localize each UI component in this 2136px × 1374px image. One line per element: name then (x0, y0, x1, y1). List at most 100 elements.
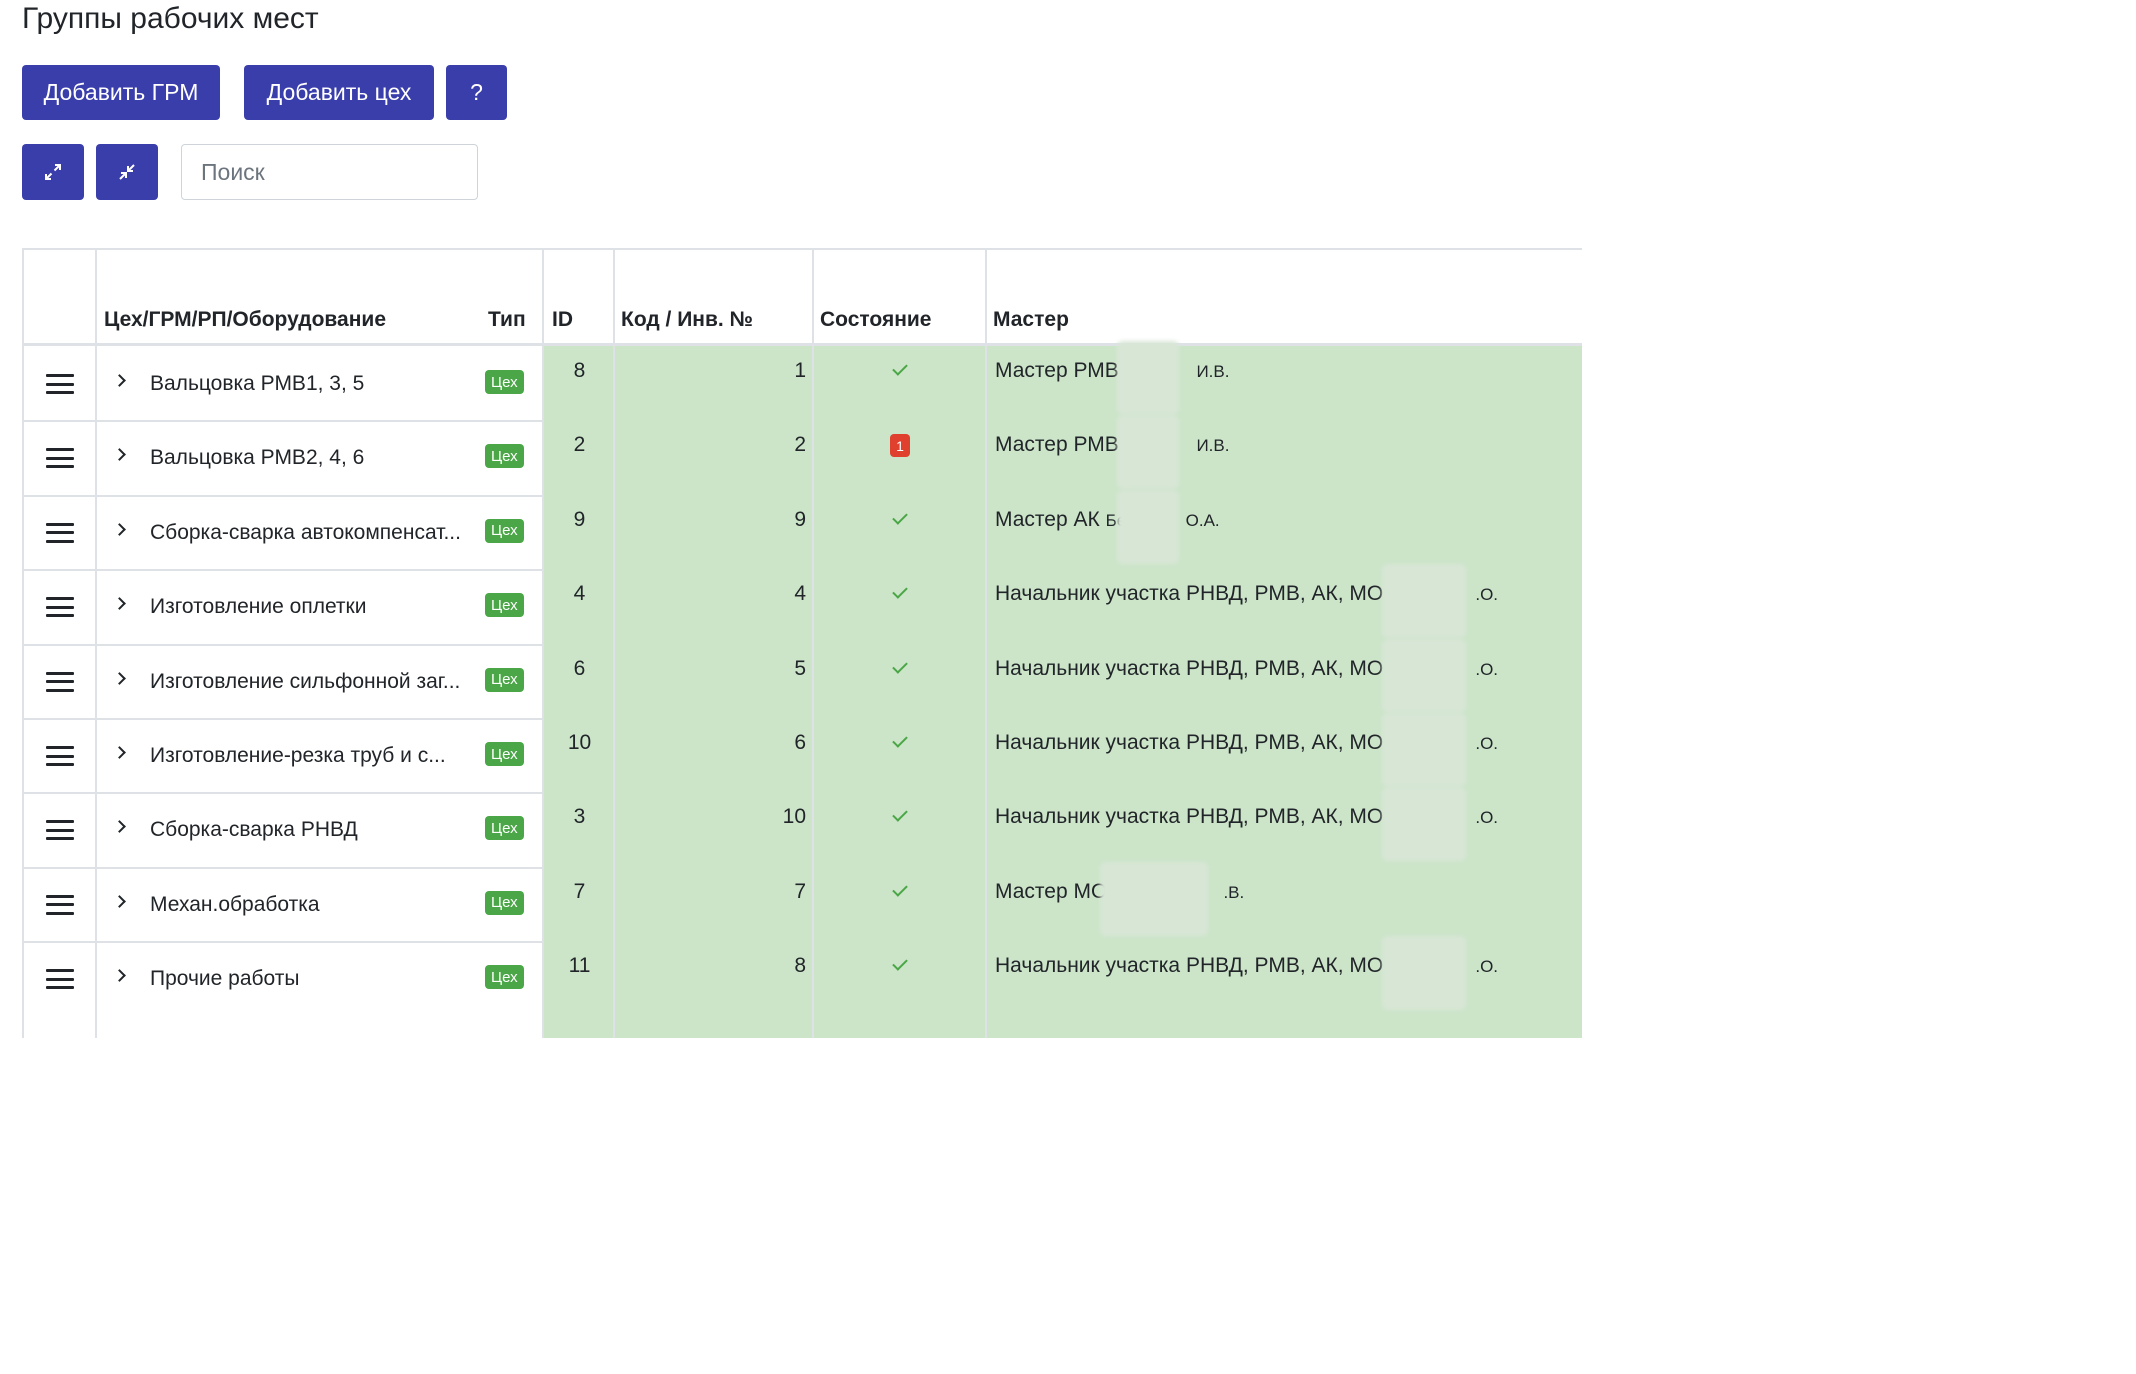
drag-handle-icon[interactable] (46, 448, 74, 469)
drag-handle-icon[interactable] (46, 671, 74, 692)
row-state (813, 657, 987, 674)
row-code: 5 (794, 656, 806, 680)
row-name: Прочие работы (150, 967, 300, 991)
page-title: Группы рабочих мест (22, 2, 319, 35)
row-id: 9 (573, 507, 586, 531)
row-name: Вальцовка РМВ1, 3, 5 (150, 372, 365, 395)
expand-row-chevron-icon[interactable] (113, 522, 126, 536)
row-divider (24, 494, 543, 497)
expand-row-chevron-icon[interactable] (113, 820, 126, 834)
table-row[interactable]: Вальцовка РМВ2, 4, 6 Цех 2 2 1 Мастер РМ… (24, 415, 1582, 494)
master-role: Мастер РМВ (995, 433, 1119, 457)
expand-row-chevron-icon[interactable] (113, 894, 126, 908)
drag-handle-icon[interactable] (46, 969, 74, 990)
check-icon (892, 583, 908, 599)
table-row[interactable]: Прочие работы Цех 11 8 Начальник участка… (24, 936, 1582, 1015)
error-count-badge[interactable]: 1 (890, 434, 910, 458)
row-id: 8 (573, 359, 586, 382)
redacted-name-blur (1117, 341, 1179, 415)
master-role: Начальник участка РНВД, РМВ, АК, МО (995, 954, 1384, 978)
master-role: Начальник участка РНВД, РМВ, АК, МО (995, 731, 1384, 754)
drag-handle-icon[interactable] (46, 597, 74, 618)
column-header-name[interactable]: Цех/ГРМ/РП/Оборудование (104, 308, 386, 332)
master-person-end: .О. (1475, 734, 1499, 753)
expand-row-chevron-icon[interactable] (113, 597, 126, 611)
table-row[interactable]: Вальцовка РМВ1, 3, 5 Цех 8 1 Мастер РМВ … (24, 341, 1582, 420)
expand-row-chevron-icon[interactable] (113, 671, 126, 685)
master-person-end: .О. (1475, 808, 1499, 828)
type-badge: Цех (485, 593, 524, 618)
drag-handle-icon[interactable] (46, 746, 74, 766)
row-code: 7 (794, 879, 806, 903)
row-divider (24, 569, 543, 572)
redacted-name-blur (1382, 787, 1466, 862)
redacted-name-blur (1100, 861, 1208, 936)
drag-handle-icon[interactable] (46, 522, 74, 543)
type-badge: Цех (485, 518, 524, 543)
expand-icon (45, 164, 61, 180)
column-header-code[interactable]: Код / Инв. № (621, 308, 753, 332)
table-row[interactable]: Сборка-сварка автокомпенсат... Цех 9 9 М… (24, 489, 1582, 569)
type-badge: Цех (485, 370, 524, 394)
expand-row-chevron-icon[interactable] (113, 374, 126, 387)
type-badge: Цех (485, 965, 524, 990)
row-id: 7 (573, 879, 586, 903)
row-divider (24, 941, 543, 944)
row-master: Мастер РМВ РуИ.В. (995, 359, 1229, 383)
drag-handle-icon[interactable] (46, 894, 74, 915)
type-badge: Цех (485, 816, 524, 841)
column-header-state[interactable]: Состояние (820, 308, 931, 332)
table-row[interactable]: Изготовление сильфонной заг... Цех 6 5 Н… (24, 638, 1582, 718)
check-icon (892, 360, 908, 376)
row-divider (24, 420, 543, 423)
redacted-name-blur (1382, 638, 1466, 713)
expand-row-chevron-icon[interactable] (113, 448, 126, 462)
table-row[interactable]: Механ.обработка Цех 7 7 Мастер МО Я.В. (24, 861, 1582, 941)
add-grm-button[interactable]: Добавить ГРМ (22, 65, 220, 120)
drag-handle-icon[interactable] (46, 374, 74, 394)
row-name: Сборка-сварка РНВД (150, 818, 358, 842)
check-icon (892, 806, 908, 823)
table-row[interactable]: Сборка-сварка РНВД Цех 3 10 Начальник уч… (24, 787, 1582, 866)
column-header-type[interactable]: Тип (488, 308, 526, 332)
row-code: 4 (794, 582, 806, 606)
row-state (813, 881, 987, 897)
column-header-master[interactable]: Мастер (993, 308, 1069, 332)
collapse-all-button[interactable] (96, 144, 158, 200)
row-state (813, 806, 987, 823)
expand-row-chevron-icon[interactable] (113, 969, 126, 983)
master-role: Начальник участка РНВД, РМВ, АК, МО (995, 805, 1384, 829)
row-code: 8 (794, 954, 806, 978)
row-name: Механ.обработка (150, 892, 320, 916)
type-badge: Цех (485, 667, 524, 692)
row-name: Изготовление сильфонной заг... (150, 669, 461, 693)
row-divider (24, 866, 543, 869)
row-name: Вальцовка РМВ2, 4, 6 (150, 446, 365, 470)
expand-all-button[interactable] (22, 144, 84, 200)
expand-row-chevron-icon[interactable] (113, 746, 126, 759)
row-id: 11 (568, 954, 591, 978)
row-state (813, 360, 987, 376)
row-state (813, 732, 987, 748)
column-header-id[interactable]: ID (552, 308, 573, 332)
type-badge: Цех (485, 444, 524, 469)
master-role: Мастер МО (995, 879, 1108, 903)
help-button[interactable]: ? (446, 65, 507, 120)
check-icon (892, 657, 908, 674)
add-shop-button[interactable]: Добавить цех (244, 65, 434, 120)
row-id: 10 (567, 731, 592, 754)
collapse-icon (119, 164, 135, 180)
workplace-groups-table: Цех/ГРМ/РП/Оборудование Тип ID Код / Инв… (22, 248, 1582, 1038)
drag-handle-icon[interactable] (46, 820, 74, 841)
row-id: 2 (573, 433, 586, 457)
master-role: Мастер АК (995, 507, 1100, 531)
search-input[interactable] (181, 144, 478, 200)
row-code: 6 (794, 731, 806, 754)
table-row[interactable]: Изготовление-резка труб и с... Цех 10 6 … (24, 713, 1582, 792)
master-person-end: .О. (1475, 585, 1499, 605)
table-row[interactable]: Изготовление оплетки Цех 4 4 Начальник у… (24, 564, 1582, 643)
check-icon (892, 955, 908, 971)
master-person-end: О.А. (1185, 510, 1220, 530)
row-code: 2 (794, 433, 806, 457)
row-state (813, 509, 987, 525)
